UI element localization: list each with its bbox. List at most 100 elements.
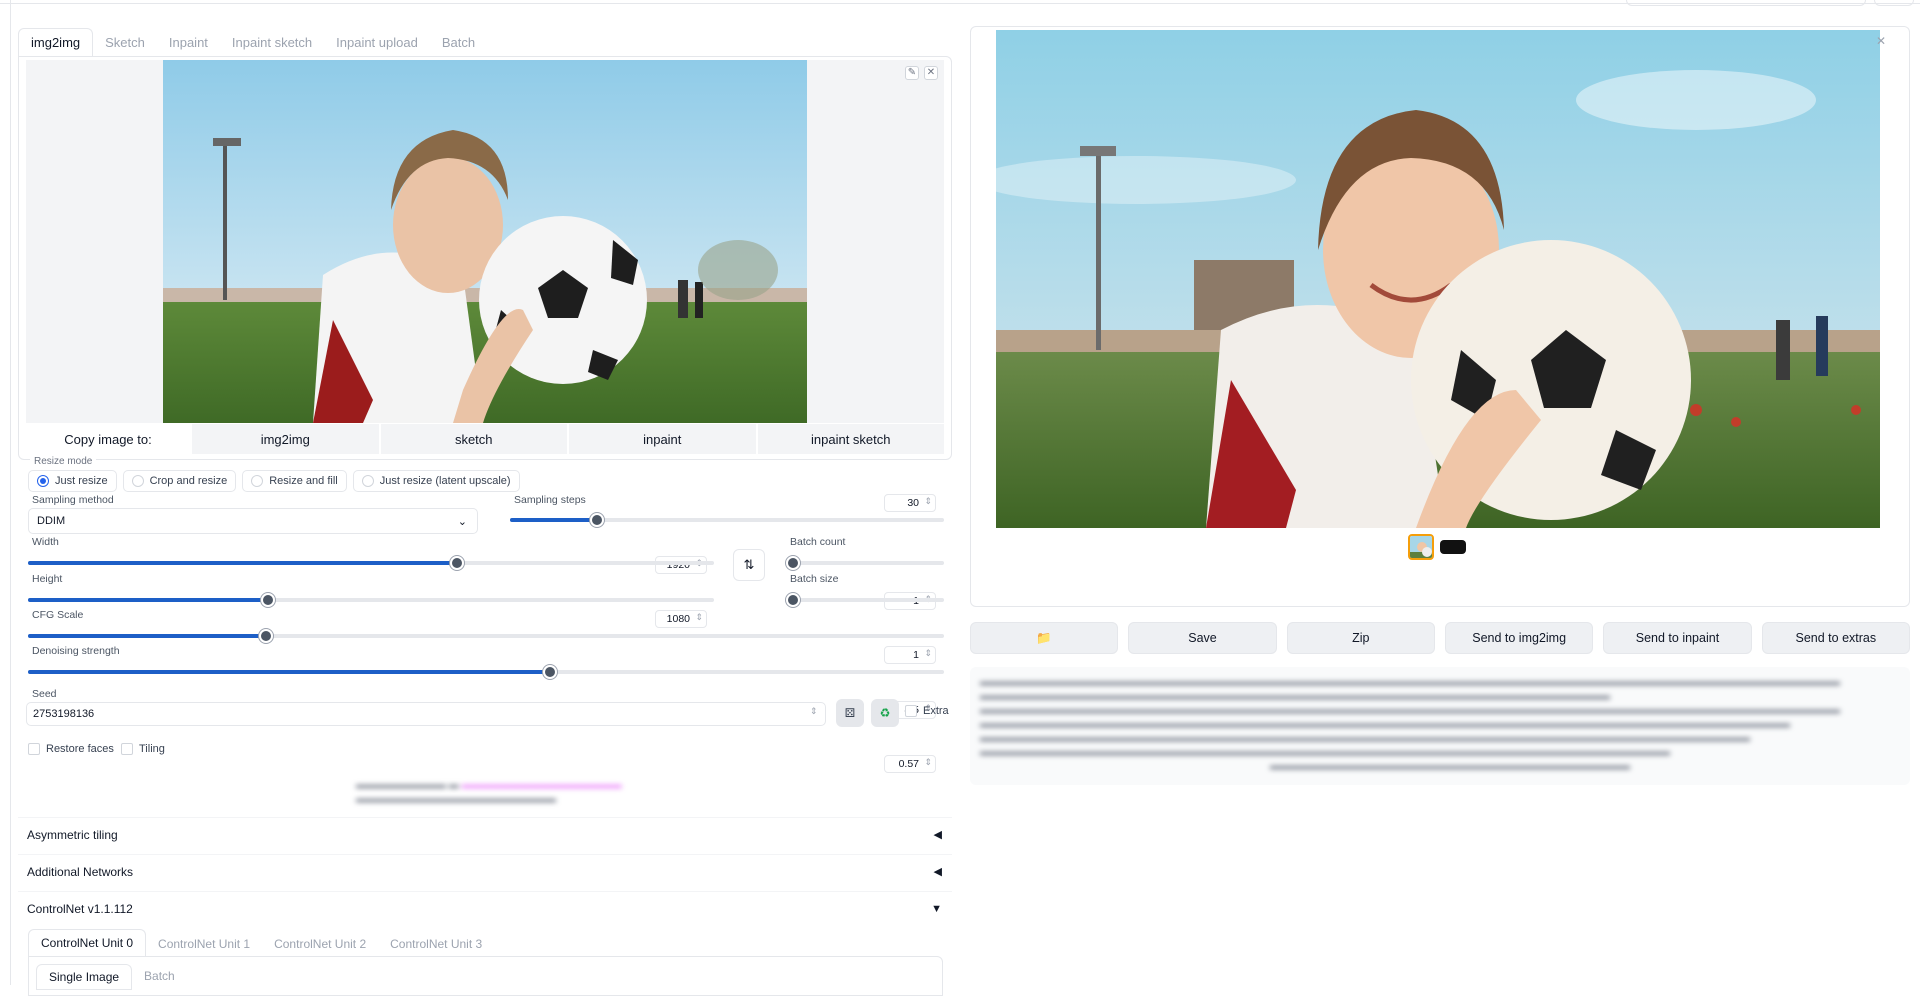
width-slider[interactable] bbox=[28, 556, 714, 570]
top-refresh-button[interactable] bbox=[1874, 0, 1914, 6]
blurred-line: ▬▬▬▬▬▬▬▬▬ ▬ ▬▬▬▬▬▬▬▬▬▬▬▬▬▬▬▬ bbox=[356, 780, 622, 791]
slider-track[interactable] bbox=[786, 561, 944, 565]
height-label: Height bbox=[32, 573, 63, 585]
radio-label: Just resize bbox=[55, 475, 108, 487]
tab-inpaint[interactable]: Inpaint bbox=[157, 29, 220, 56]
denoising-strength-slider[interactable] bbox=[28, 665, 944, 679]
denoising-strength-input[interactable]: 0.57 bbox=[884, 755, 936, 773]
radio-dot bbox=[361, 475, 374, 487]
batch-size-slider[interactable] bbox=[786, 593, 944, 607]
tab-single-image[interactable]: Single Image bbox=[36, 964, 133, 990]
source-image bbox=[163, 60, 807, 423]
tiling-checkbox[interactable]: Tiling bbox=[121, 743, 165, 755]
sampling-method-select[interactable]: DDIM ⌄ bbox=[28, 508, 478, 534]
tab-inpaint-upload[interactable]: Inpaint upload bbox=[324, 29, 430, 56]
radio-latent-upscale[interactable]: Just resize (latent upscale) bbox=[352, 470, 520, 492]
save-button[interactable]: Save bbox=[1128, 622, 1277, 654]
radio-label: Just resize (latent upscale) bbox=[379, 475, 511, 487]
tab-controlnet-unit-2[interactable]: ControlNet Unit 2 bbox=[262, 931, 378, 957]
slider-thumb[interactable] bbox=[259, 629, 273, 643]
copy-to-sketch-button[interactable]: sketch bbox=[380, 424, 567, 454]
seed-stepper-icon[interactable]: ⇕ bbox=[810, 706, 818, 717]
tab-sketch[interactable]: Sketch bbox=[93, 29, 157, 56]
batch-count-slider[interactable] bbox=[786, 556, 944, 570]
radio-dot bbox=[131, 475, 144, 487]
tab-controlnet-unit-0[interactable]: ControlNet Unit 0 bbox=[28, 929, 147, 957]
copy-to-inpaint-sketch-button[interactable]: inpaint sketch bbox=[757, 424, 944, 454]
recycle-icon[interactable]: ♻ bbox=[871, 699, 899, 727]
copy-to-img2img-button[interactable]: img2img bbox=[192, 424, 379, 454]
resize-mode-group: Just resize Crop and resize Resize and f… bbox=[28, 470, 520, 492]
height-input[interactable]: 1080 bbox=[655, 610, 707, 628]
blurred-info-block: ▬▬▬▬▬▬▬▬▬ ▬ ▬▬▬▬▬▬▬▬▬▬▬▬▬▬▬▬ ▬▬▬▬▬▬▬▬▬▬▬… bbox=[356, 780, 622, 805]
sampling-method-value: DDIM bbox=[37, 515, 66, 527]
open-folder-button[interactable]: 📁 bbox=[970, 622, 1119, 654]
radio-dot bbox=[251, 475, 264, 487]
controlnet-subtabs: Single Image Batch bbox=[36, 964, 187, 990]
sampling-steps-input[interactable]: 30 bbox=[884, 494, 936, 512]
batch-count-label: Batch count bbox=[790, 536, 846, 548]
tab-controlnet-unit-3[interactable]: ControlNet Unit 3 bbox=[378, 931, 494, 957]
close-icon[interactable]: ✕ bbox=[1876, 34, 1886, 48]
copy-to-inpaint-button[interactable]: inpaint bbox=[569, 424, 756, 454]
send-to-img2img-button[interactable]: Send to img2img bbox=[1444, 622, 1594, 654]
slider-thumb[interactable] bbox=[543, 665, 557, 679]
slider-track[interactable] bbox=[786, 598, 944, 602]
slider-thumb[interactable] bbox=[786, 556, 800, 570]
height-slider[interactable] bbox=[28, 593, 714, 607]
blurred-line: ▬▬▬▬▬▬▬▬▬▬▬▬▬▬▬▬▬▬▬▬▬▬▬▬▬▬▬▬▬▬▬▬▬▬▬▬▬▬▬▬… bbox=[980, 705, 1840, 716]
slider-thumb[interactable] bbox=[261, 593, 275, 607]
checkbox-label: Extra bbox=[923, 705, 949, 717]
left-rule bbox=[10, 0, 11, 985]
thumbnail-output[interactable] bbox=[1408, 534, 1434, 560]
blurred-line: ▬▬▬▬▬▬▬▬▬▬▬▬▬▬▬▬▬▬▬▬▬▬▬▬▬▬▬▬▬▬▬▬▬▬▬▬▬▬▬▬… bbox=[980, 691, 1610, 702]
checkbox-box bbox=[121, 743, 133, 755]
checkbox-box bbox=[905, 705, 917, 717]
thumbnail-strip bbox=[1408, 534, 1466, 560]
swap-dimensions-button[interactable]: ⇅ bbox=[733, 549, 765, 581]
seed-extra-checkbox[interactable]: Extra bbox=[905, 705, 949, 717]
seed-input[interactable]: 2753198136 bbox=[26, 702, 826, 726]
cfg-scale-label: CFG Scale bbox=[32, 609, 84, 621]
dice-icon[interactable]: ⚄ bbox=[836, 699, 864, 727]
blurred-line: ▬▬▬▬▬▬▬▬▬▬▬▬▬▬▬▬▬▬▬▬▬▬▬▬▬▬▬▬▬▬▬▬▬▬▬▬▬▬▬▬… bbox=[980, 677, 1840, 688]
accordion-controlnet[interactable]: ControlNet v1.1.112 ▼ bbox=[18, 891, 952, 925]
batch-size-label: Batch size bbox=[790, 573, 839, 585]
cfg-scale-slider[interactable] bbox=[28, 629, 944, 643]
slider-fill bbox=[28, 634, 266, 638]
blurred-line: ▬▬▬▬▬▬▬▬▬▬▬▬▬▬▬▬▬▬▬▬▬▬▬▬▬▬▬▬▬▬▬▬▬▬▬▬▬▬▬▬… bbox=[980, 747, 1670, 758]
restore-faces-checkbox[interactable]: Restore faces bbox=[28, 743, 114, 755]
send-to-inpaint-button[interactable]: Send to inpaint bbox=[1603, 622, 1752, 654]
chevron-down-icon: ⌄ bbox=[457, 515, 467, 528]
tab-batch[interactable]: Batch bbox=[430, 29, 487, 56]
seed-value: 2753198136 bbox=[33, 708, 95, 720]
output-image[interactable] bbox=[996, 30, 1880, 528]
sampling-steps-slider[interactable] bbox=[510, 513, 944, 527]
sampling-method-label: Sampling method bbox=[32, 494, 114, 506]
close-icon[interactable]: ✕ bbox=[924, 66, 938, 80]
radio-label: Resize and fill bbox=[269, 475, 338, 487]
slider-thumb[interactable] bbox=[786, 593, 800, 607]
blurred-line: ▬▬▬▬▬▬▬▬▬▬▬▬▬▬▬▬▬▬▬▬▬▬▬▬▬▬▬▬▬▬▬▬▬▬▬▬▬▬▬▬… bbox=[980, 719, 1790, 730]
tab-inpaint-sketch[interactable]: Inpaint sketch bbox=[220, 29, 324, 56]
thumbnail-control-map[interactable] bbox=[1440, 540, 1466, 554]
tab-img2img[interactable]: img2img bbox=[18, 28, 94, 57]
accordion-additional-networks[interactable]: Additional Networks ◀ bbox=[18, 854, 952, 888]
seed-label: Seed bbox=[32, 688, 57, 700]
top-dropdown[interactable] bbox=[1626, 0, 1866, 6]
pencil-icon[interactable]: ✎ bbox=[905, 66, 919, 80]
send-to-extras-button[interactable]: Send to extras bbox=[1761, 622, 1910, 654]
blurred-line: ▬▬▬▬▬▬▬▬▬▬▬▬▬▬▬▬▬▬▬▬▬▬▬▬▬▬▬▬▬▬▬▬▬▬▬▬▬▬▬▬… bbox=[980, 733, 1750, 744]
radio-just-resize[interactable]: Just resize bbox=[28, 470, 117, 492]
batch-size-input[interactable]: 1 bbox=[884, 646, 936, 664]
accordion-title: Asymmetric tiling bbox=[27, 827, 118, 842]
tab-controlnet-batch[interactable]: Batch bbox=[132, 964, 187, 990]
slider-thumb[interactable] bbox=[590, 513, 604, 527]
sampling-steps-label: Sampling steps bbox=[514, 494, 586, 506]
radio-resize-and-fill[interactable]: Resize and fill bbox=[242, 470, 347, 492]
tab-controlnet-unit-1[interactable]: ControlNet Unit 1 bbox=[146, 931, 262, 957]
accordion-asymmetric-tiling[interactable]: Asymmetric tiling ◀ bbox=[18, 817, 952, 851]
slider-thumb[interactable] bbox=[450, 556, 464, 570]
radio-crop-and-resize[interactable]: Crop and resize bbox=[122, 470, 237, 492]
zip-button[interactable]: Zip bbox=[1286, 622, 1435, 654]
